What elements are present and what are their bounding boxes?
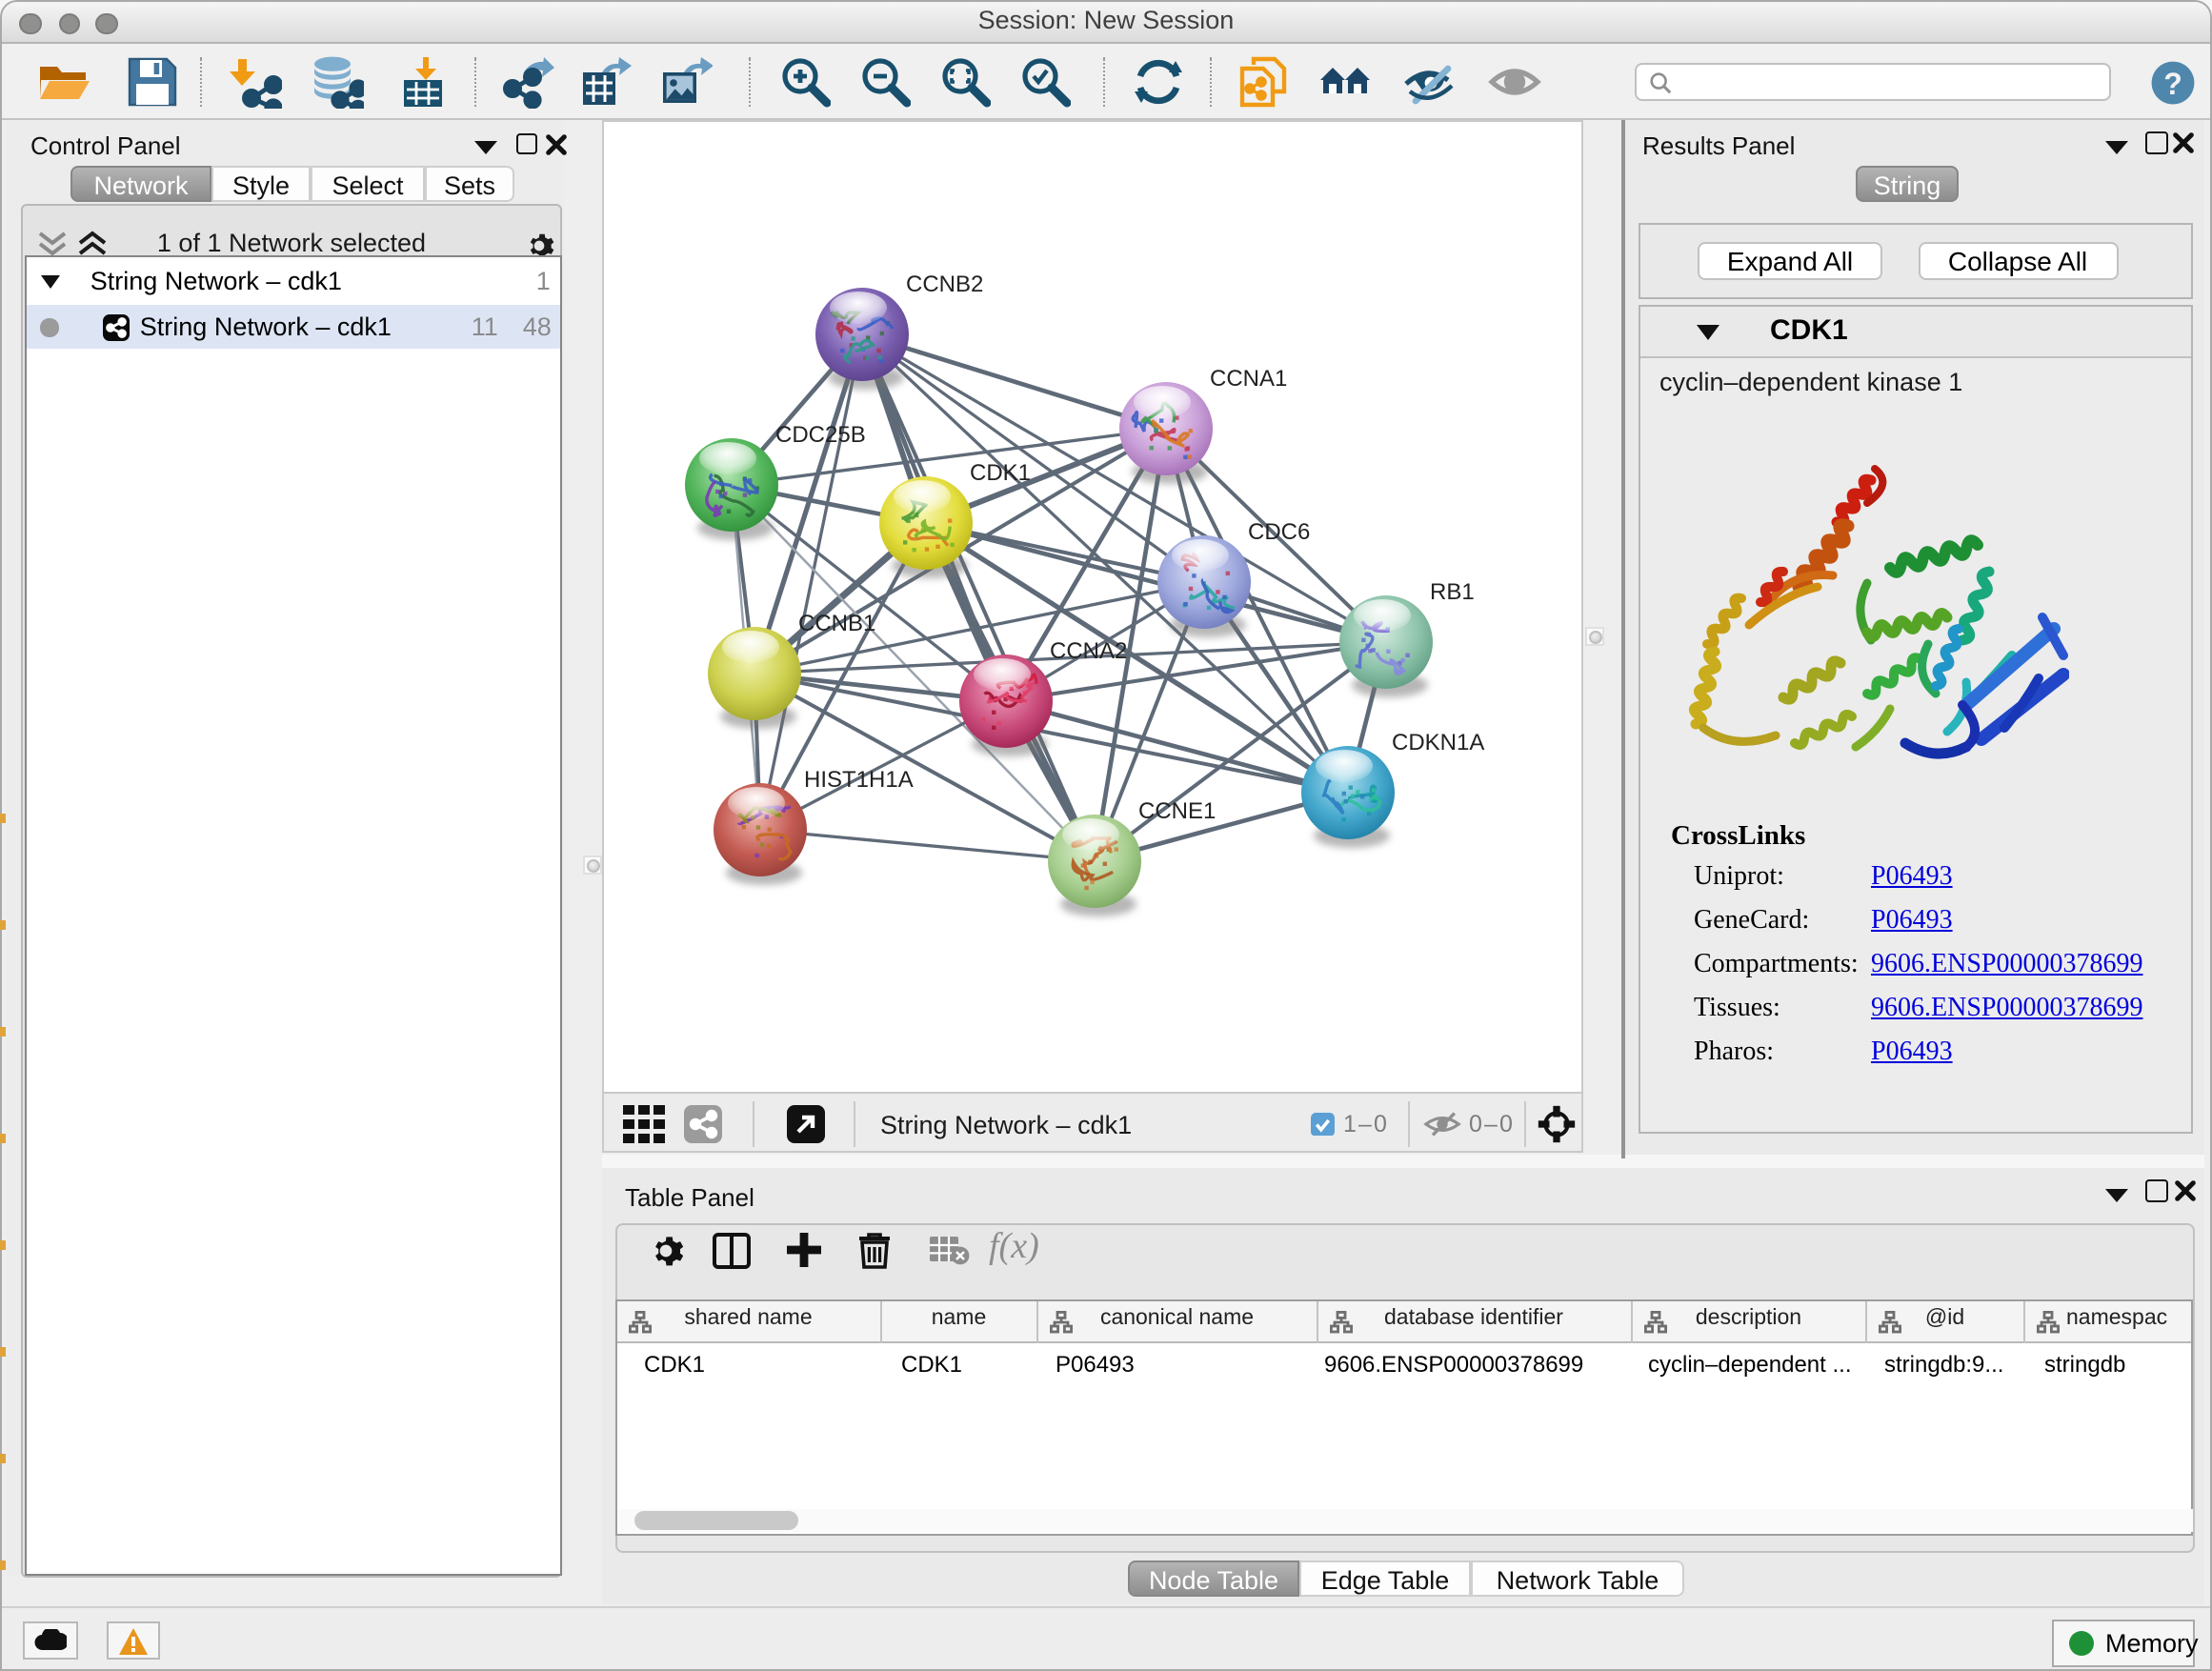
svg-text:CDKN1A: CDKN1A: [1392, 729, 1484, 755]
svg-text:HIST1H1A: HIST1H1A: [804, 766, 914, 792]
svg-text:CCNB2: CCNB2: [906, 271, 983, 296]
svg-text:CCNA2: CCNA2: [1050, 637, 1127, 663]
svg-text:CDK1: CDK1: [970, 459, 1031, 485]
svg-text:CDC25B: CDC25B: [775, 421, 866, 447]
svg-text:CCNB1: CCNB1: [798, 610, 875, 635]
svg-text:CDC6: CDC6: [1248, 518, 1310, 544]
svg-text:?: ?: [2162, 67, 2182, 101]
svg-text:CCNA1: CCNA1: [1210, 365, 1287, 391]
svg-text:CCNE1: CCNE1: [1138, 797, 1216, 823]
svg-text:RB1: RB1: [1430, 578, 1475, 604]
